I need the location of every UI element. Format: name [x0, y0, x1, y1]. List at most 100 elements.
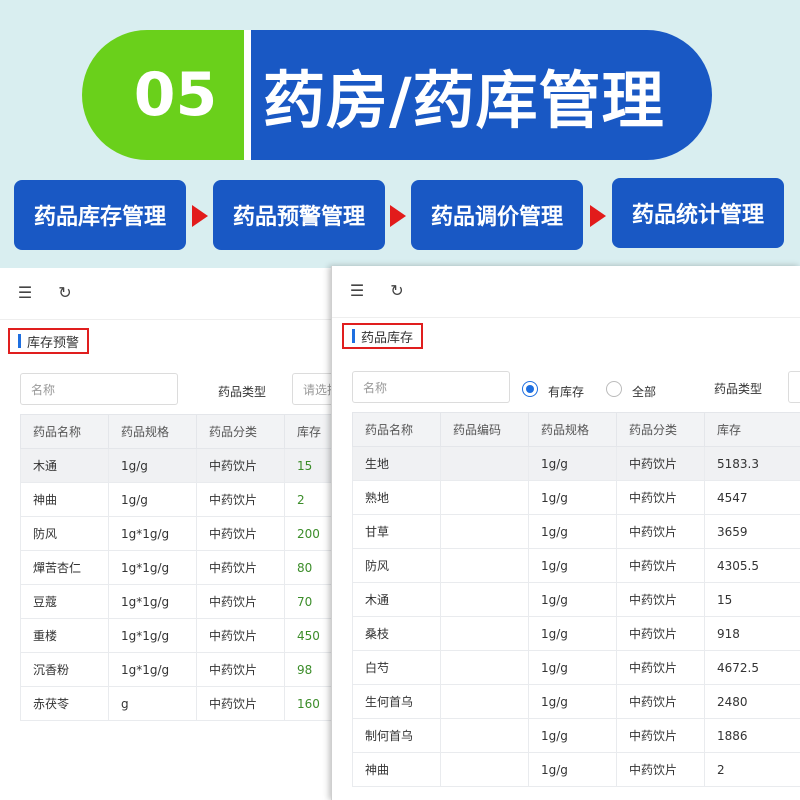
table-cell: 木通: [20, 448, 109, 483]
radio-in-stock-label: 有库存: [548, 385, 585, 399]
refresh-icon[interactable]: ↻: [388, 282, 406, 300]
table-cell: [440, 650, 529, 685]
name-placeholder: 名称: [31, 382, 56, 397]
table-row[interactable]: 甘草 1g/g 中药饮片 3659: [352, 514, 800, 549]
table-cell: 中药饮片: [196, 482, 285, 517]
table-row[interactable]: 重楼 1g*1g/g 中药饮片 450: [20, 618, 339, 653]
type-label: 药品类型: [714, 382, 763, 396]
header-banner: 05 药房/药库管理: [82, 30, 712, 160]
table-cell: [440, 514, 529, 549]
radio-in-stock[interactable]: [522, 381, 538, 397]
table-cell: 中药饮片: [616, 514, 705, 549]
table-cell: [440, 752, 529, 787]
table-row[interactable]: 桑枝 1g/g 中药饮片 918: [352, 616, 800, 651]
table-cell: 1g*1g/g: [108, 584, 197, 619]
table-cell: 白芍: [352, 650, 441, 685]
table-row[interactable]: 制何首乌 1g/g 中药饮片 1886: [352, 718, 800, 753]
section-title: 药房/药库管理: [251, 30, 712, 160]
table-cell: 中药饮片: [616, 684, 705, 719]
table-cell: 中药饮片: [196, 686, 285, 721]
table-cell: 1g/g: [528, 718, 617, 753]
table-cell: 中药饮片: [616, 752, 705, 787]
table-row[interactable]: 白芍 1g/g 中药饮片 4672.5: [352, 650, 800, 685]
table-row[interactable]: 豆蔻 1g*1g/g 中药饮片 70: [20, 584, 339, 619]
toolbar: ☰ ↻: [0, 268, 339, 320]
breadcrumb[interactable]: 库存预警: [8, 328, 90, 354]
table-cell: 中药饮片: [616, 548, 705, 583]
table-cell: 1g/g: [528, 650, 617, 685]
table-cell: 中药饮片: [196, 516, 285, 551]
table-cell: 1g*1g/g: [108, 652, 197, 687]
column-header: 药品分类: [196, 414, 285, 449]
table-cell: 5183.3: [704, 446, 800, 481]
table-row[interactable]: 生何首乌 1g/g 中药饮片 2480: [352, 684, 800, 719]
table-cell: [440, 616, 529, 651]
table-cell: 1g*1g/g: [108, 516, 197, 551]
table-cell: 1g/g: [528, 684, 617, 719]
table-row[interactable]: 熟地 1g/g 中药饮片 4547: [352, 480, 800, 515]
step-statistics: 药品统计管理: [612, 178, 784, 248]
table-row[interactable]: 木通 1g/g 中药饮片 15: [20, 448, 339, 483]
column-header: 药品编码: [440, 412, 529, 447]
table-cell: 生何首乌: [352, 684, 441, 719]
table-cell: 防风: [352, 548, 441, 583]
table-cell: 中药饮片: [616, 650, 705, 685]
radio-all[interactable]: [606, 381, 622, 397]
column-header: 药品分类: [616, 412, 705, 447]
table-cell: 15: [704, 582, 800, 617]
stock-warning-table: 药品名称 药品规格 药品分类 库存 木通 1g/g 中药饮片 15 神曲 1g/g 中药饮片 2 防风…: [20, 414, 339, 721]
table-row[interactable]: 赤茯苓 g 中药饮片 160: [20, 686, 339, 721]
table-cell: [440, 548, 529, 583]
table-cell: 桑枝: [352, 616, 441, 651]
table-row[interactable]: 燀苦杏仁 1g*1g/g 中药饮片 80: [20, 550, 339, 585]
table-cell: 生地: [352, 446, 441, 481]
column-header: 库存: [704, 412, 800, 447]
table-row[interactable]: 沉香粉 1g*1g/g 中药饮片 98: [20, 652, 339, 687]
table-cell: 1g/g: [528, 480, 617, 515]
table-row[interactable]: 木通 1g/g 中药饮片 15: [352, 582, 800, 617]
table-cell: 燀苦杏仁: [20, 550, 109, 585]
arrow-icon: [590, 205, 606, 227]
table-cell: 豆蔻: [20, 584, 109, 619]
table-cell: 甘草: [352, 514, 441, 549]
table-cell: 1g/g: [528, 582, 617, 617]
table-cell: 中药饮片: [196, 550, 285, 585]
table-cell: [440, 480, 529, 515]
name-search-input[interactable]: 名称: [20, 373, 178, 405]
name-placeholder: 名称: [363, 380, 388, 395]
type-select[interactable]: [788, 371, 800, 403]
stock-warning-panel: ☰ ↻ 库存预警 名称 药品类型 请选择 药品名称 药品规格 药品分类 库存 木通 1g…: [0, 268, 340, 800]
table-row[interactable]: 神曲 1g/g 中药饮片 2: [20, 482, 339, 517]
table-cell: 1g/g: [108, 448, 197, 483]
menu-fold-icon[interactable]: ☰: [16, 284, 34, 302]
table-header: 药品名称 药品规格 药品分类 库存: [20, 414, 339, 449]
table-cell: 3659: [704, 514, 800, 549]
table-cell: 中药饮片: [196, 448, 285, 483]
crumb-marker: [352, 329, 355, 343]
table-cell: 熟地: [352, 480, 441, 515]
table-row[interactable]: 防风 1g*1g/g 中药饮片 200: [20, 516, 339, 551]
table-row[interactable]: 神曲 1g/g 中药饮片 2: [352, 752, 800, 787]
table-cell: 赤茯苓: [20, 686, 109, 721]
arrow-icon: [192, 205, 208, 227]
table-cell: [440, 684, 529, 719]
table-row[interactable]: 生地 1g/g 中药饮片 5183.3: [352, 446, 800, 481]
table-cell: 中药饮片: [616, 446, 705, 481]
table-cell: 木通: [352, 582, 441, 617]
table-cell: 1g/g: [528, 616, 617, 651]
table-cell: 1g*1g/g: [108, 550, 197, 585]
table-cell: 中药饮片: [196, 584, 285, 619]
table-cell: 1g/g: [528, 548, 617, 583]
table-cell: 中药饮片: [196, 652, 285, 687]
table-cell: 4547: [704, 480, 800, 515]
menu-fold-icon[interactable]: ☰: [348, 282, 366, 300]
column-header: 药品名称: [352, 412, 441, 447]
table-cell: 防风: [20, 516, 109, 551]
column-header: 药品规格: [528, 412, 617, 447]
breadcrumb[interactable]: 药品库存: [342, 323, 424, 349]
name-search-input[interactable]: 名称: [352, 371, 510, 403]
table-row[interactable]: 防风 1g/g 中药饮片 4305.5: [352, 548, 800, 583]
table-cell: 制何首乌: [352, 718, 441, 753]
table-cell: 1g/g: [528, 752, 617, 787]
refresh-icon[interactable]: ↻: [56, 284, 74, 302]
